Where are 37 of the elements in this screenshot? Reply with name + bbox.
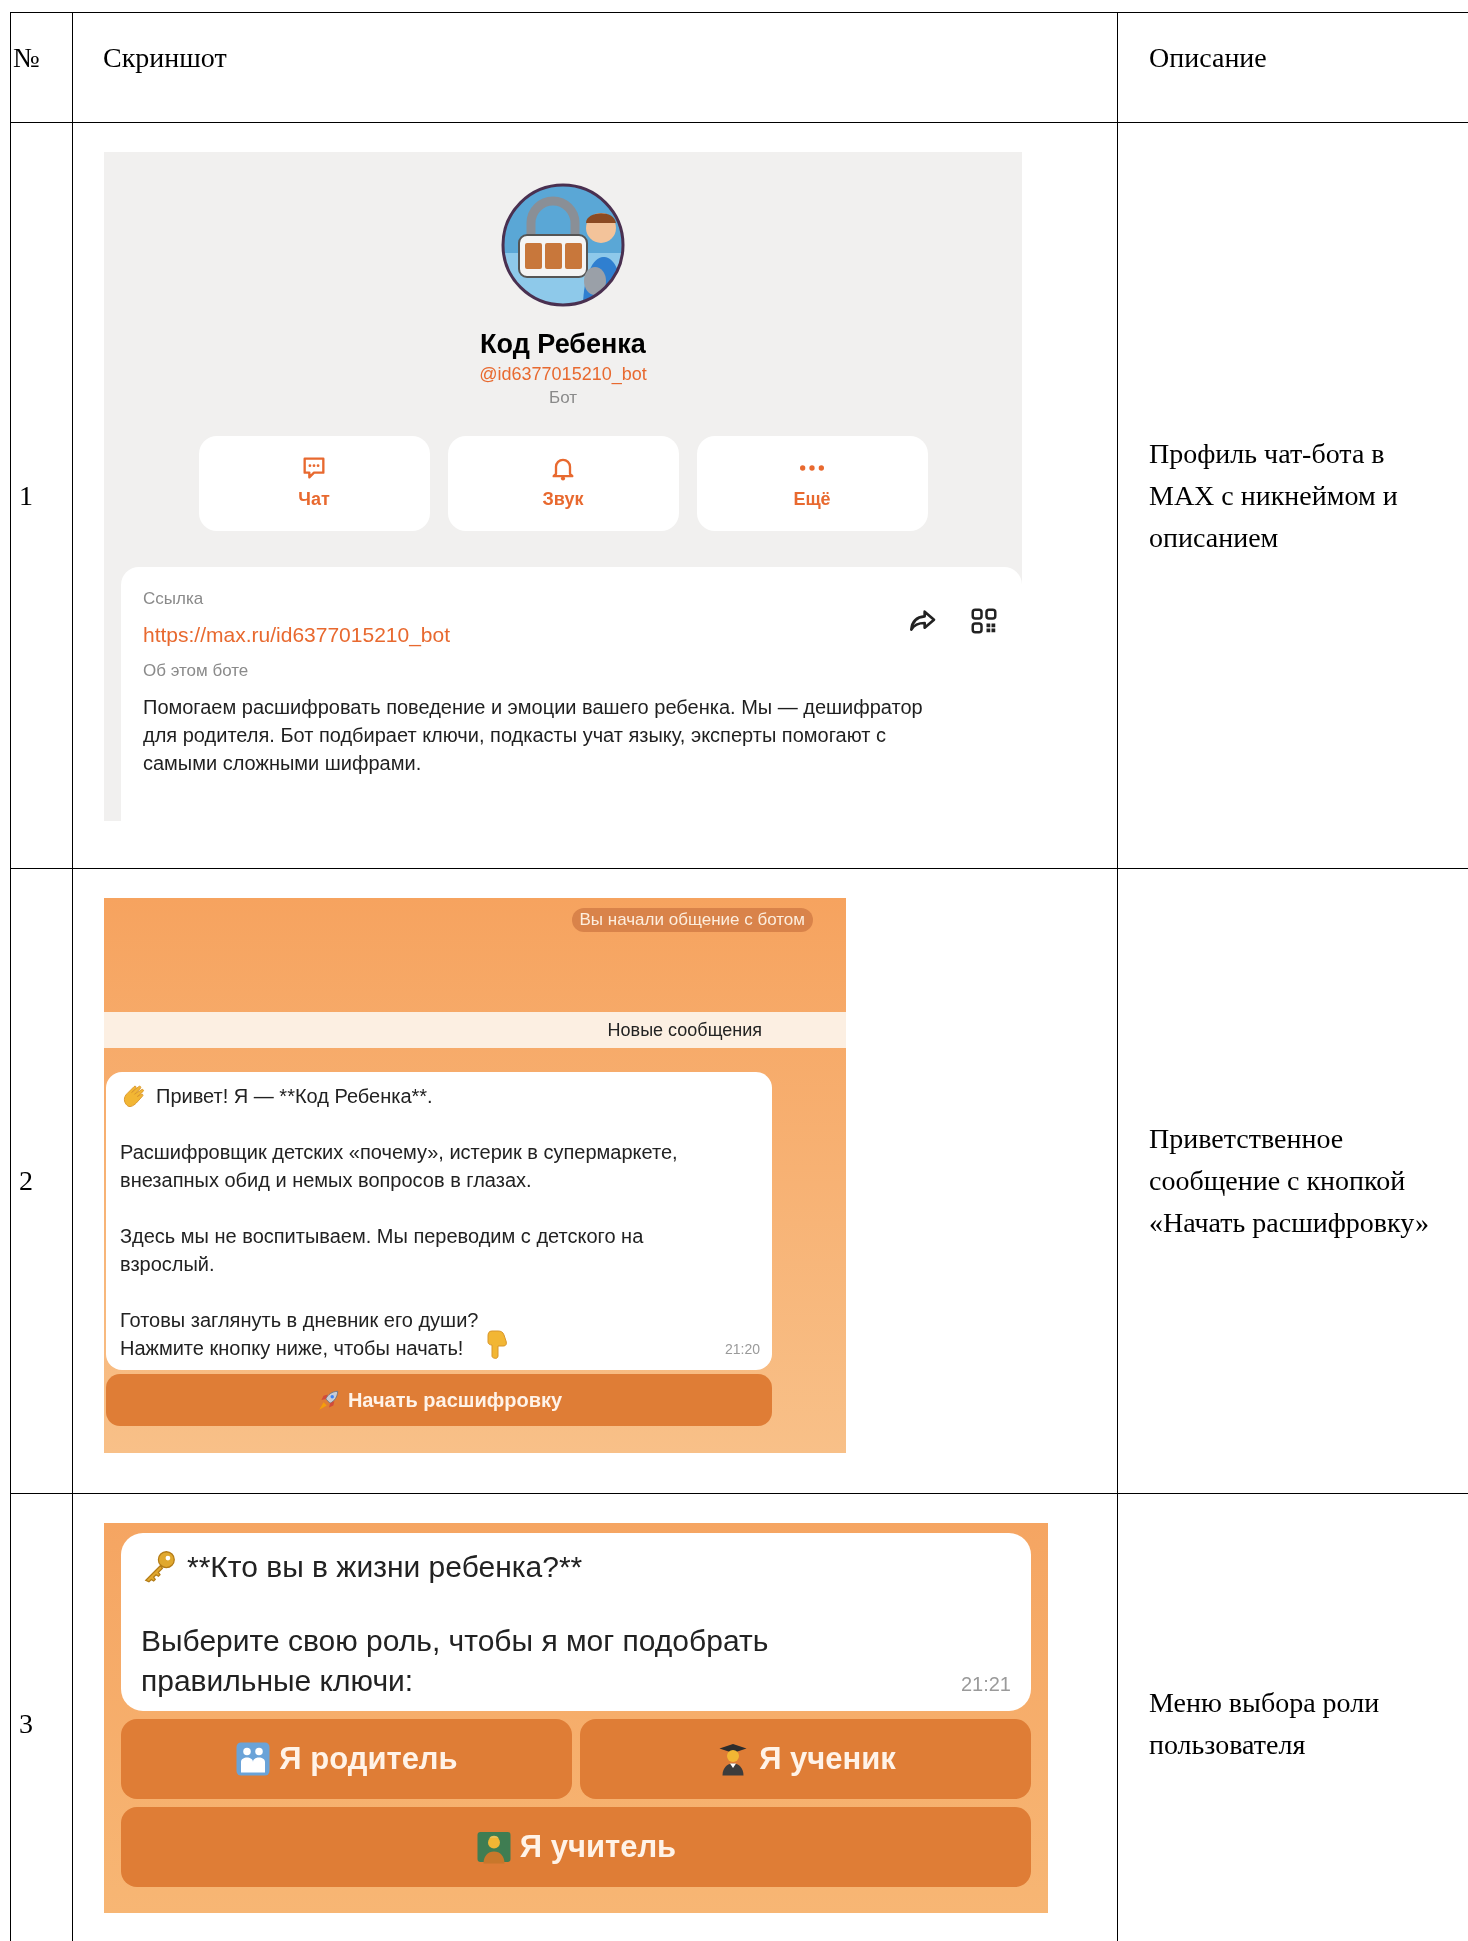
row-number: 1	[19, 478, 33, 513]
keyboard-button[interactable]: Начать расшифровку	[106, 1374, 772, 1426]
teacher-icon	[475, 1829, 512, 1865]
action-button[interactable]: Чат	[198, 436, 430, 531]
keyboard-button[interactable]: Я родитель	[121, 1719, 572, 1799]
message-text: **Кто вы в жизни ребенка?**	[187, 1549, 584, 1585]
row-number: 3	[19, 1707, 33, 1741]
row-number: 2	[19, 1164, 33, 1198]
more-icon	[800, 465, 824, 471]
message-time: 21:20	[724, 1340, 760, 1359]
pointing-down-icon	[486, 1330, 509, 1360]
section-label: Ссылка	[143, 588, 205, 610]
description-text: Меню выбора роли пользователя	[1149, 1686, 1381, 1762]
qr-code-icon	[969, 606, 999, 636]
keyboard-button[interactable]: Я учитель	[121, 1807, 1031, 1887]
description-text: Приветственное сообщение с кнопкой «Начать расшифровку»	[1149, 1122, 1430, 1240]
about-text: Помогаем расшифровать поведение и эмоции вашего ребенка. Мы — дешифратор для родителя. Бот подбирает ключи, подкасты учат языку, эксперты помогают с самыми сложными шифрами.	[143, 695, 923, 776]
bot-link[interactable]: https://max.ru/id6377015210_bot	[143, 621, 1022, 649]
message-text: Расшифровщик детских «почему», истерик в супермаркете, внезапных обид и немых вопросов в глазах.	[120, 1140, 679, 1193]
description-text: Профиль чат-бота в MAX с никнеймом и описанием	[1149, 436, 1399, 555]
message-text: Здесь мы не воспитываем. Мы переводим с детского на взрослый.	[120, 1224, 645, 1277]
message-text: Готовы заглянуть в дневник его души? Нажмите кнопку ниже, чтобы начать!	[120, 1308, 479, 1361]
column-header: Описание	[1149, 42, 1267, 73]
message-text: Привет! Я — **Код Ребенка**.	[156, 1084, 434, 1109]
action-button[interactable]: Звук	[447, 436, 679, 531]
column-header: №	[13, 42, 40, 73]
family-icon	[235, 1741, 272, 1777]
column-header: Скриншот	[103, 42, 227, 73]
bot-name: Код Ребенка	[480, 328, 646, 361]
section-label: Об этом боте	[143, 660, 250, 682]
system-badge: Вы начали общение с ботом	[571, 908, 813, 932]
action-button[interactable]: Ещё	[696, 436, 928, 531]
bot-handle: @id6377015210_bot	[479, 363, 647, 387]
keyboard-button[interactable]: Я ученик	[580, 1719, 1031, 1799]
bot-type: Бот	[549, 387, 577, 409]
message-text: Выберите свою роль, чтобы я мог подобрать правильные ключи:	[141, 1623, 770, 1699]
message-time: 21:21	[960, 1672, 1011, 1697]
